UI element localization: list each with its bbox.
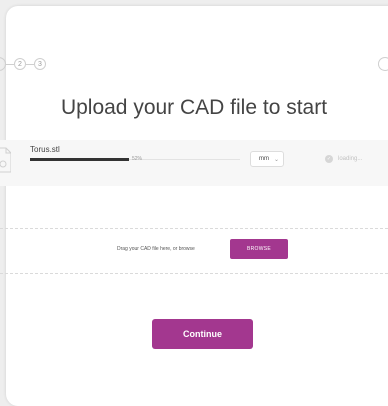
chevron-down-icon: ⌄	[274, 156, 280, 163]
step-connector	[26, 63, 34, 65]
page-title: Upload your CAD file to start	[60, 96, 328, 119]
step-2: 2	[14, 58, 26, 70]
drop-zone[interactable]: Drag your CAD file here, or browse BROWS…	[0, 228, 388, 274]
step-connector	[6, 63, 14, 65]
drop-zone-text: Drag your CAD file here, or browse	[117, 246, 195, 252]
upload-status: ✓ loading...	[325, 155, 362, 163]
file-row: Torus.stl 52% mm ⌄ ✓ loading...	[0, 140, 388, 186]
file-icon	[0, 147, 11, 173]
unit-select[interactable]: mm ⌄	[250, 151, 284, 167]
stepper: 2 3	[0, 57, 46, 71]
upload-progress-label: 52%	[132, 156, 143, 162]
file-name: Torus.stl	[30, 145, 60, 154]
upload-progress-fill	[30, 158, 129, 161]
continue-button[interactable]: Continue	[152, 319, 253, 349]
browse-button[interactable]: BROWSE	[230, 239, 288, 259]
check-circle-icon: ✓	[325, 155, 333, 163]
unit-select-value: mm	[259, 156, 269, 162]
step-3: 3	[34, 58, 46, 70]
step-right-indicator	[378, 57, 388, 71]
upload-status-text: loading...	[338, 156, 363, 162]
